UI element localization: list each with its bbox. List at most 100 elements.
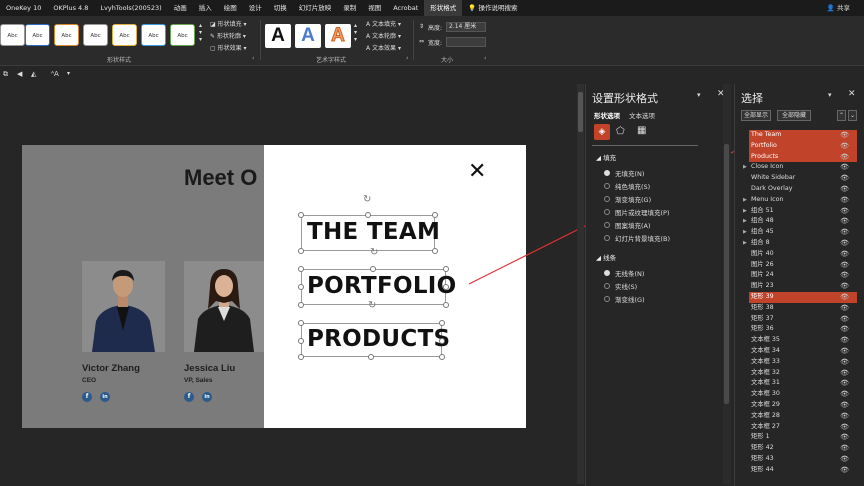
selection-item[interactable]: ▶ 组合 8 👁 bbox=[743, 238, 857, 249]
selection-item[interactable]: 文本框 35 👁 bbox=[749, 335, 857, 346]
visibility-eye-icon[interactable]: 👁 bbox=[840, 454, 849, 465]
selection-item[interactable]: White Sidebar 👁 bbox=[749, 173, 857, 184]
size-properties-icon[interactable]: ▦ bbox=[637, 125, 646, 136]
selection-item[interactable]: 矩形 39 👁 bbox=[749, 292, 857, 303]
visibility-eye-icon[interactable]: 👁 bbox=[840, 346, 849, 357]
radio-solid-fill[interactable]: 纯色填充(S) bbox=[604, 181, 650, 191]
visibility-eye-icon[interactable]: 👁 bbox=[840, 389, 849, 400]
radio-gradient-fill[interactable]: 渐变填充(G) bbox=[604, 194, 651, 204]
fill-section-header[interactable]: ◢ 填充 bbox=[596, 152, 616, 162]
selection-item[interactable]: 文本框 31 👁 bbox=[749, 378, 857, 389]
visibility-eye-icon[interactable]: 👁 bbox=[840, 184, 849, 195]
selection-item-label: Dark Overlay bbox=[751, 185, 793, 192]
selection-item[interactable]: 文本框 29 👁 bbox=[749, 400, 857, 411]
selection-item[interactable]: ▶ 组合 45 👁 bbox=[743, 227, 857, 238]
visibility-eye-icon[interactable]: 👁 bbox=[840, 400, 849, 411]
visibility-eye-icon[interactable]: 👁 bbox=[840, 432, 849, 443]
show-all-button[interactable]: 全部显示 bbox=[741, 110, 771, 121]
selection-item[interactable]: 图片 23 👁 bbox=[749, 281, 857, 292]
selection-item-label: Products bbox=[751, 152, 779, 160]
pane-close-icon[interactable]: ✕ bbox=[848, 89, 856, 99]
visibility-eye-icon[interactable]: 👁 bbox=[840, 249, 849, 260]
selection-item[interactable]: 文本框 28 👁 bbox=[749, 411, 857, 422]
selection-item[interactable]: 文本框 30 👁 bbox=[749, 389, 857, 400]
expand-caret-icon[interactable]: ▶ bbox=[743, 162, 747, 173]
radio-pattern-fill[interactable]: 图案填充(A) bbox=[604, 220, 651, 230]
selection-item[interactable]: The Team 👁 bbox=[749, 130, 857, 141]
visibility-eye-icon[interactable]: 👁 bbox=[840, 281, 849, 292]
visibility-eye-icon[interactable]: 👁 bbox=[840, 162, 849, 173]
visibility-eye-icon[interactable]: 👁 bbox=[840, 368, 849, 379]
selection-item[interactable]: 图片 40 👁 bbox=[749, 249, 857, 260]
slide-area-scrollbar[interactable] bbox=[577, 84, 584, 484]
visibility-eye-icon[interactable]: 👁 bbox=[840, 378, 849, 389]
expand-caret-icon[interactable]: ▶ bbox=[743, 206, 747, 217]
visibility-eye-icon[interactable]: 👁 bbox=[840, 206, 849, 217]
selection-item[interactable]: 文本框 33 👁 bbox=[749, 357, 857, 368]
selection-item[interactable]: 文本框 32 👁 bbox=[749, 368, 857, 379]
selection-item[interactable]: 文本框 27 👁 bbox=[749, 422, 857, 433]
visibility-eye-icon[interactable]: 👁 bbox=[840, 411, 849, 422]
visibility-eye-icon[interactable]: 👁 bbox=[840, 292, 849, 303]
visibility-eye-icon[interactable]: 👁 bbox=[840, 357, 849, 368]
radio-solid-line[interactable]: 实线(S) bbox=[604, 281, 637, 291]
visibility-eye-icon[interactable]: 👁 bbox=[840, 270, 849, 281]
tab-shape-options[interactable]: 形状选项 bbox=[594, 110, 620, 120]
pane-menu-chevron-icon[interactable]: ▾ bbox=[828, 91, 832, 99]
visibility-eye-icon[interactable]: 👁 bbox=[840, 324, 849, 335]
visibility-eye-icon[interactable]: 👁 bbox=[840, 314, 849, 325]
expand-caret-icon[interactable]: ▶ bbox=[743, 238, 747, 249]
fill-line-icon[interactable]: ◈ bbox=[594, 124, 610, 140]
selection-item[interactable]: Dark Overlay 👁 bbox=[749, 184, 857, 195]
visibility-eye-icon[interactable]: 👁 bbox=[840, 443, 849, 454]
selection-item[interactable]: 矩形 42 👁 bbox=[749, 443, 857, 454]
effects-pentagon-icon[interactable]: ⬠ bbox=[616, 126, 625, 137]
visibility-eye-icon[interactable]: 👁 bbox=[840, 173, 849, 184]
selection-item-label: Portfolio bbox=[751, 141, 777, 149]
visibility-eye-icon[interactable]: 👁 bbox=[840, 303, 849, 314]
selection-item[interactable]: 矩形 43 👁 bbox=[749, 454, 857, 465]
hide-all-button[interactable]: 全部隐藏 bbox=[777, 110, 811, 121]
visibility-eye-icon[interactable]: 👁 bbox=[840, 195, 849, 206]
visibility-eye-icon[interactable]: 👁 bbox=[840, 260, 849, 271]
selection-item[interactable]: ▶ 组合 51 👁 bbox=[743, 206, 857, 217]
move-down-icon[interactable]: ⌄ bbox=[848, 110, 857, 121]
selection-item[interactable]: 矩形 1 👁 bbox=[749, 432, 857, 443]
move-up-icon[interactable]: ⌃ bbox=[837, 110, 846, 121]
scrollbar-thumb[interactable] bbox=[578, 92, 583, 132]
tab-text-options[interactable]: 文本选项 bbox=[629, 110, 655, 120]
selection-item[interactable]: ▶ Close Icon 👁 bbox=[743, 162, 857, 173]
visibility-eye-icon[interactable]: 👁 bbox=[840, 238, 849, 249]
selection-item[interactable]: ▶ Menu Icon 👁 bbox=[743, 195, 857, 206]
selection-item[interactable]: 矩形 44 👁 bbox=[749, 465, 857, 476]
pane-menu-chevron-icon[interactable]: ▾ bbox=[697, 91, 701, 99]
visibility-eye-icon[interactable]: 👁 bbox=[840, 335, 849, 346]
selection-item[interactable]: 文本框 34 👁 bbox=[749, 346, 857, 357]
visibility-eye-icon[interactable]: 👁 bbox=[840, 465, 849, 476]
selection-item[interactable]: Products 👁 bbox=[749, 151, 857, 163]
radio-gradient-line[interactable]: 渐变线(G) bbox=[604, 294, 645, 304]
selection-item[interactable]: 图片 24 👁 bbox=[749, 270, 857, 281]
scrollbar-thumb[interactable] bbox=[724, 144, 729, 404]
expand-caret-icon[interactable]: ▶ bbox=[743, 195, 747, 206]
visibility-eye-icon[interactable]: 👁 bbox=[840, 152, 849, 163]
expand-caret-icon[interactable]: ▶ bbox=[743, 216, 747, 227]
visibility-eye-icon[interactable]: 👁 bbox=[840, 141, 849, 152]
expand-caret-icon[interactable]: ▶ bbox=[743, 227, 747, 238]
radio-no-fill[interactable]: 无填充(N) bbox=[604, 168, 644, 178]
selection-item[interactable]: Portfolio 👁 bbox=[749, 140, 857, 152]
radio-picture-fill[interactable]: 图片或纹理填充(P) bbox=[604, 207, 670, 217]
selection-item[interactable]: ▶ 组合 48 👁 bbox=[743, 216, 857, 227]
selection-item[interactable]: 矩形 38 👁 bbox=[749, 303, 857, 314]
selection-item[interactable]: 图片 26 👁 bbox=[749, 260, 857, 271]
visibility-eye-icon[interactable]: 👁 bbox=[840, 130, 849, 141]
selection-item[interactable]: 矩形 36 👁 bbox=[749, 324, 857, 335]
line-section-header[interactable]: ◢ 线条 bbox=[596, 252, 616, 262]
radio-no-line[interactable]: 无线条(N) bbox=[604, 268, 644, 278]
radio-slide-bg-fill[interactable]: 幻灯片背景填充(B) bbox=[604, 233, 670, 243]
format-pane-scrollbar[interactable] bbox=[723, 84, 731, 484]
selection-item[interactable]: 矩形 37 👁 bbox=[749, 314, 857, 325]
visibility-eye-icon[interactable]: 👁 bbox=[840, 422, 849, 433]
visibility-eye-icon[interactable]: 👁 bbox=[840, 216, 849, 227]
visibility-eye-icon[interactable]: 👁 bbox=[840, 227, 849, 238]
